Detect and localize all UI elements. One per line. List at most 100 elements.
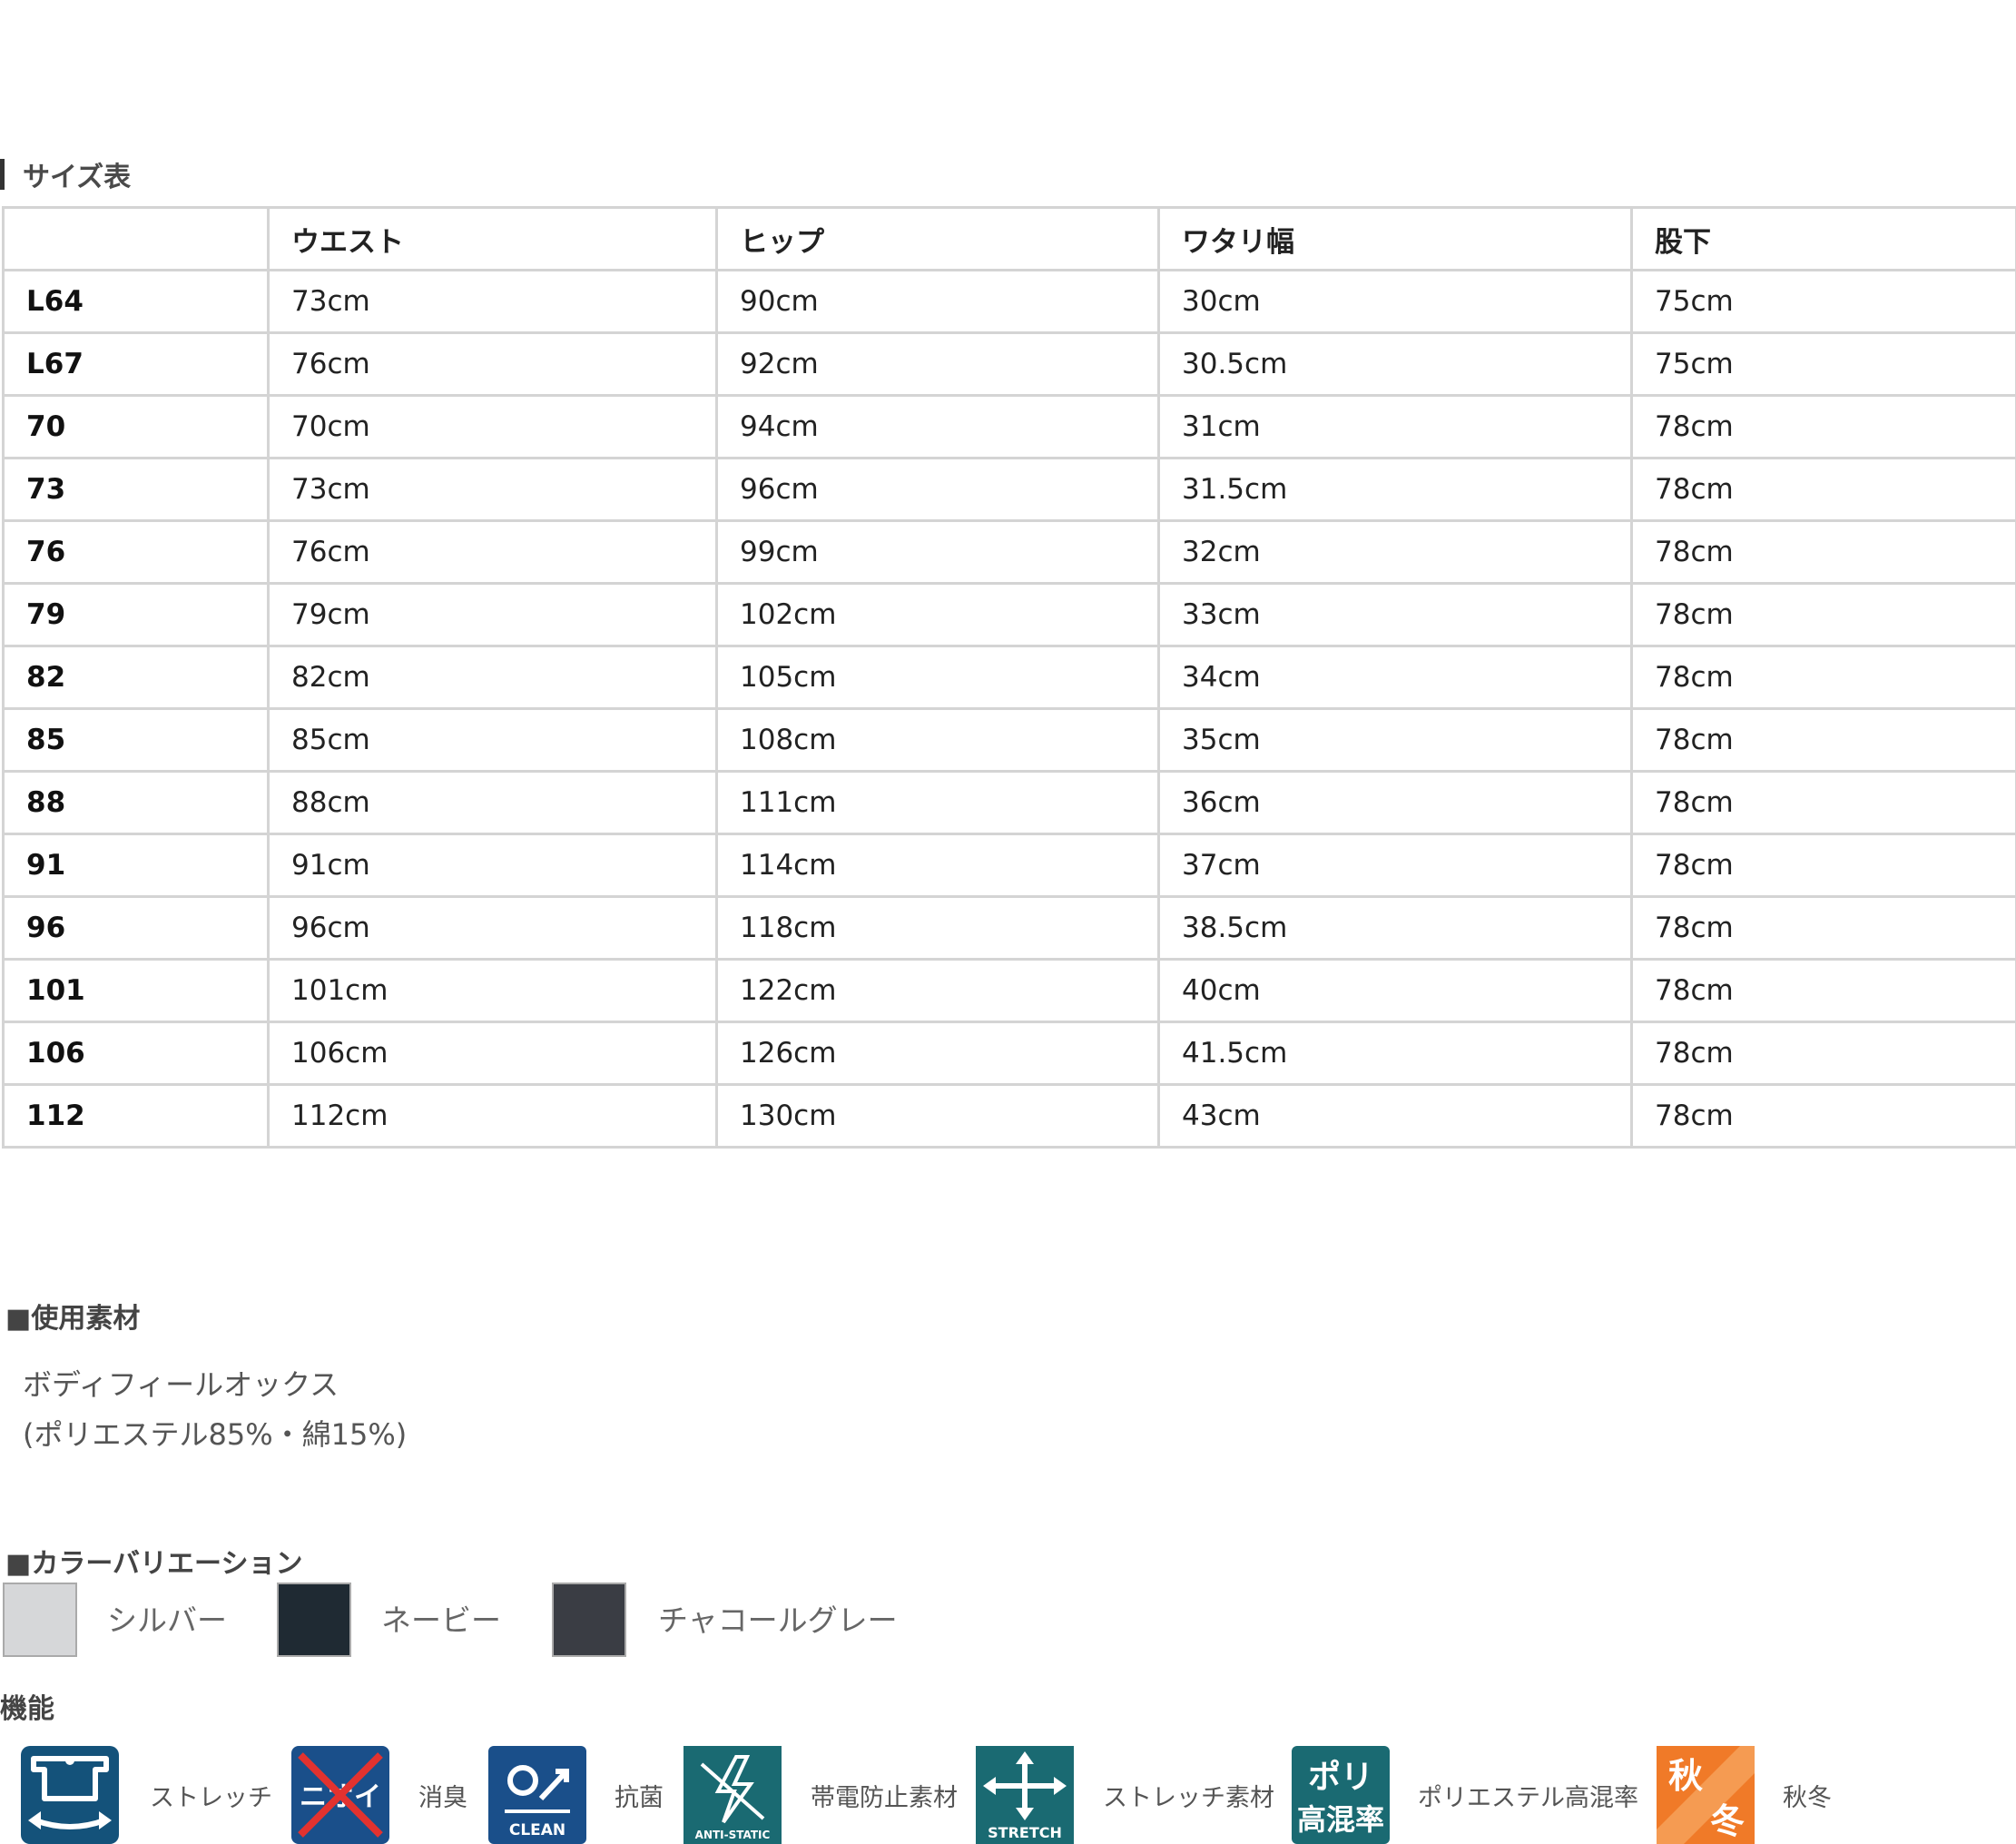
size-label-cell: 88: [2, 770, 270, 835]
table-row: 85 85cm 108cm 35cm 78cm: [2, 707, 2016, 773]
measurement-cell: 30cm: [1157, 269, 1633, 334]
table-row: L67 76cm 92cm 30.5cm 75cm: [2, 331, 2016, 397]
size-label-cell: 82: [2, 645, 270, 710]
measurement-cell: 96cm: [267, 895, 718, 961]
clean-icon-text: CLEAN: [509, 1821, 565, 1839]
antibacterial-clean-icon: CLEAN: [488, 1746, 586, 1844]
size-label-cell: 96: [2, 895, 270, 961]
table-row: 76 76cm 99cm 32cm 78cm: [2, 519, 2016, 585]
feature-label-stretch-material: ストレッチ素材: [1103, 1784, 1274, 1812]
size-label-cell: 91: [2, 833, 270, 898]
measurement-cell: 102cm: [715, 582, 1160, 647]
measurement-cell: 32cm: [1157, 519, 1633, 585]
measurement-cell: 43cm: [1157, 1083, 1633, 1149]
measurement-cell: 33cm: [1157, 582, 1633, 647]
size-label-cell: 73: [2, 457, 270, 522]
measurement-cell: 90cm: [715, 269, 1160, 334]
table-row: 88 88cm 111cm 36cm 78cm: [2, 770, 2016, 835]
feature-label-deodorant: 消臭: [418, 1784, 467, 1812]
anti-static-icon: ANTI-STATIC: [683, 1746, 782, 1844]
color-label-charcoal-gray: チャコールグレー: [658, 1602, 898, 1638]
measurement-cell: 35cm: [1157, 707, 1633, 773]
anti-static-icon-text: ANTI-STATIC: [695, 1829, 771, 1841]
measurement-cell: 105cm: [715, 645, 1160, 710]
measurement-cell: 78cm: [1630, 645, 2016, 710]
measurement-cell: 40cm: [1157, 958, 1633, 1023]
table-row: L64 73cm 90cm 30cm 75cm: [2, 269, 2016, 334]
polyester-high-blend-icon: ポリ 高混率: [1292, 1746, 1390, 1844]
measurement-cell: 130cm: [715, 1083, 1160, 1149]
measurement-cell: 85cm: [267, 707, 718, 773]
size-label-cell: 79: [2, 582, 270, 647]
features-heading: 機能: [0, 1693, 54, 1725]
size-table-header-row: ウエスト ヒップ ワタリ幅 股下: [2, 206, 2016, 271]
stretch-shirt-icon: [21, 1746, 119, 1844]
measurement-cell: 34cm: [1157, 645, 1633, 710]
measurement-cell: 82cm: [267, 645, 718, 710]
header-cell-thigh-width: ワタリ幅: [1157, 206, 1633, 271]
measurement-cell: 78cm: [1630, 519, 2016, 585]
size-label-cell: 112: [2, 1083, 270, 1149]
stretch-material-icon: STRETCH: [976, 1746, 1074, 1844]
size-label-cell: 85: [2, 707, 270, 773]
measurement-cell: 41.5cm: [1157, 1021, 1633, 1086]
measurement-cell: 88cm: [267, 770, 718, 835]
deodorant-icon: ニオイ: [291, 1746, 389, 1844]
size-label-cell: 76: [2, 519, 270, 585]
feature-label-autumn-winter: 秋冬: [1783, 1784, 1832, 1812]
measurement-cell: 78cm: [1630, 958, 2016, 1023]
color-swatch-charcoal-gray: [552, 1583, 626, 1657]
header-cell-waist: ウエスト: [267, 206, 718, 271]
measurement-cell: 78cm: [1630, 1083, 2016, 1149]
table-row: 96 96cm 118cm 38.5cm 78cm: [2, 895, 2016, 961]
measurement-cell: 91cm: [267, 833, 718, 898]
winter-icon-text: 冬: [1710, 1801, 1745, 1841]
measurement-cell: 101cm: [267, 958, 718, 1023]
color-swatch-navy: [277, 1583, 351, 1657]
table-row: 101 101cm 122cm 40cm 78cm: [2, 958, 2016, 1023]
size-table-heading: サイズ表: [0, 154, 131, 194]
measurement-cell: 118cm: [715, 895, 1160, 961]
autumn-winter-icon: 秋 冬: [1657, 1746, 1755, 1844]
header-cell-hip: ヒップ: [715, 206, 1160, 271]
color-label-navy: ネービー: [381, 1602, 501, 1638]
measurement-cell: 38.5cm: [1157, 895, 1633, 961]
color-swatch-silver: [3, 1583, 77, 1657]
measurement-cell: 75cm: [1630, 269, 2016, 334]
color-variation-heading: ■カラーバリエーション: [5, 1548, 303, 1580]
header-cell-inseam: 股下: [1630, 206, 2016, 271]
measurement-cell: 94cm: [715, 394, 1160, 459]
measurement-cell: 106cm: [267, 1021, 718, 1086]
measurement-cell: 111cm: [715, 770, 1160, 835]
size-label-cell: L64: [2, 269, 270, 334]
color-label-silver: シルバー: [107, 1602, 227, 1638]
measurement-cell: 126cm: [715, 1021, 1160, 1086]
feature-label-antibacterial: 抗菌: [615, 1784, 664, 1812]
measurement-cell: 92cm: [715, 331, 1160, 397]
measurement-cell: 78cm: [1630, 833, 2016, 898]
heading-bar: [0, 159, 5, 190]
measurement-cell: 75cm: [1630, 331, 2016, 397]
table-row: 73 73cm 96cm 31.5cm 78cm: [2, 457, 2016, 522]
measurement-cell: 122cm: [715, 958, 1160, 1023]
poly-icon-text-bottom: 高混率: [1297, 1802, 1384, 1837]
measurement-cell: 76cm: [267, 519, 718, 585]
table-row: 106 106cm 126cm 41.5cm 78cm: [2, 1021, 2016, 1086]
size-table: ウエスト ヒップ ワタリ幅 股下 L64 73cm 90cm 30cm 75cm L67 7…: [2, 206, 2016, 1149]
material-heading: ■使用素材: [5, 1303, 141, 1335]
measurement-cell: 37cm: [1157, 833, 1633, 898]
measurement-cell: 73cm: [267, 269, 718, 334]
measurement-cell: 78cm: [1630, 1021, 2016, 1086]
measurement-cell: 78cm: [1630, 457, 2016, 522]
measurement-cell: 78cm: [1630, 770, 2016, 835]
measurement-cell: 114cm: [715, 833, 1160, 898]
feature-label-stretch: ストレッチ: [150, 1784, 272, 1812]
measurement-cell: 78cm: [1630, 394, 2016, 459]
measurement-cell: 31.5cm: [1157, 457, 1633, 522]
measurement-cell: 78cm: [1630, 707, 2016, 773]
size-label-cell: 101: [2, 958, 270, 1023]
measurement-cell: 79cm: [267, 582, 718, 647]
table-row: 70 70cm 94cm 31cm 78cm: [2, 394, 2016, 459]
measurement-cell: 76cm: [267, 331, 718, 397]
autumn-icon-text: 秋: [1668, 1756, 1703, 1796]
